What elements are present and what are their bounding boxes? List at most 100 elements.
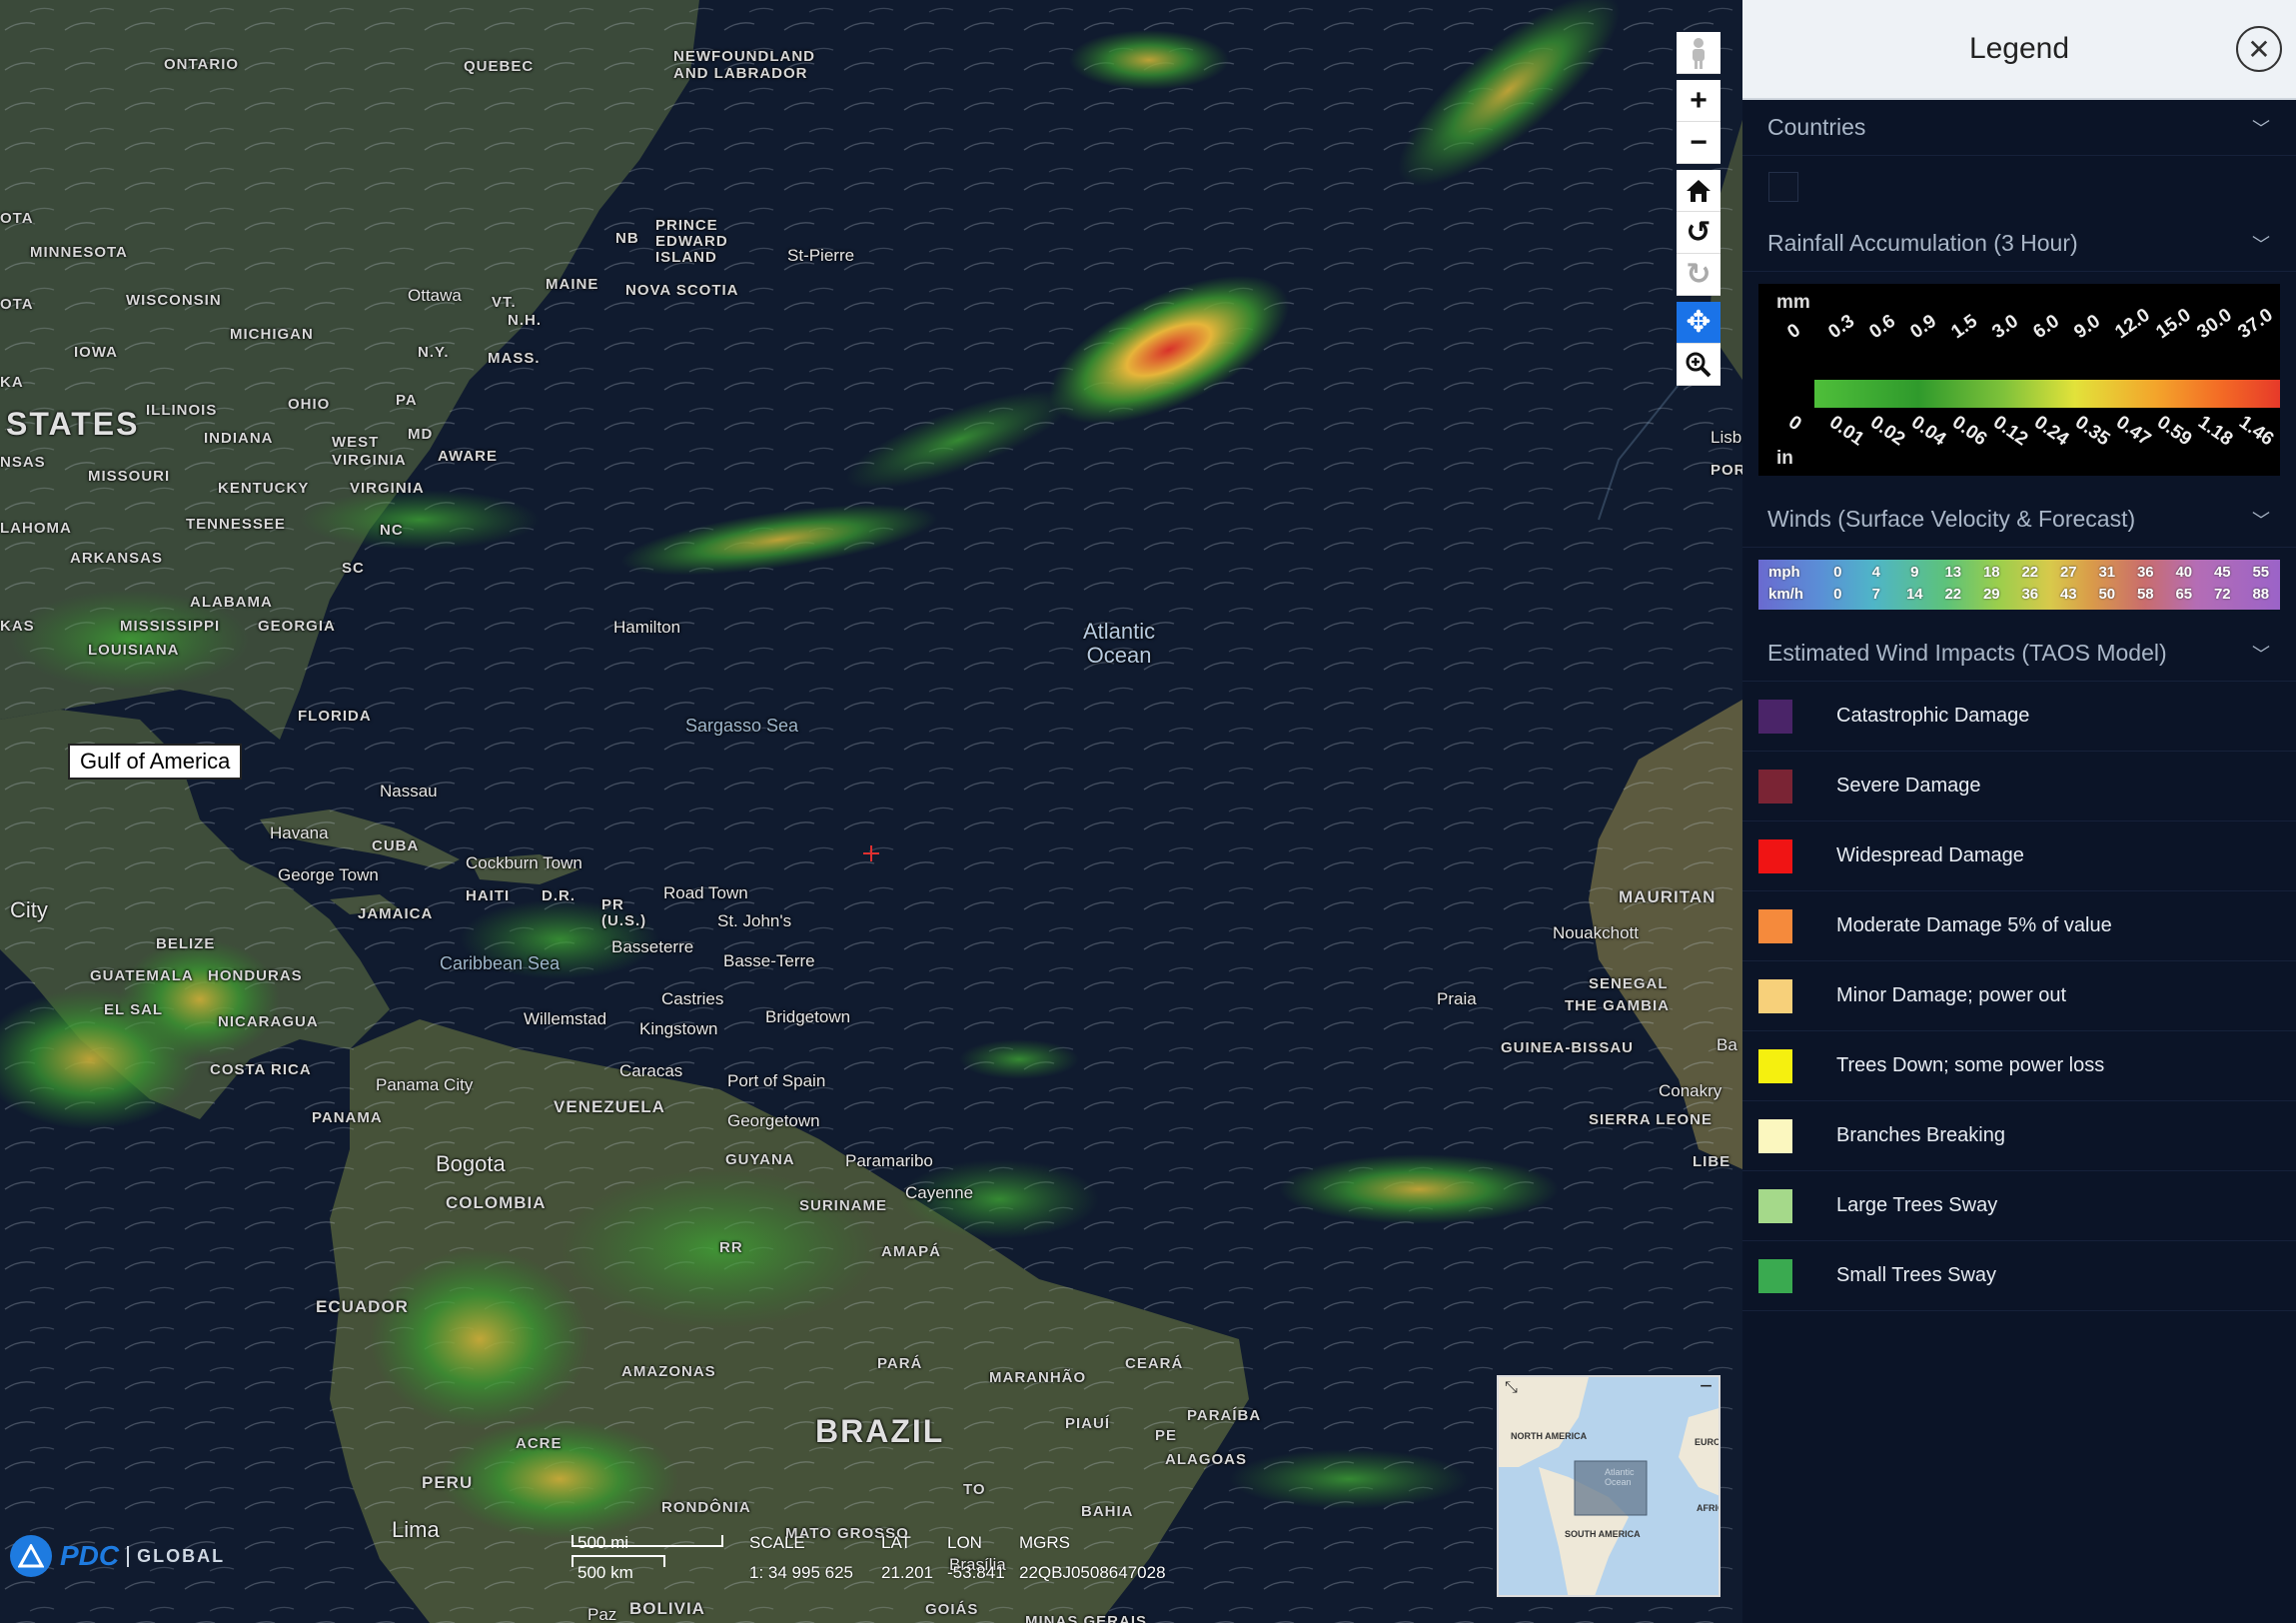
zoom-area-button[interactable] — [1677, 344, 1721, 386]
impact-swatch — [1758, 769, 1792, 804]
label-maine: MAINE — [546, 276, 599, 293]
label-basseterre: Basseterre — [611, 937, 694, 956]
impact-item: Severe Damage — [1742, 752, 2296, 821]
zoom-out-button[interactable]: − — [1677, 122, 1721, 164]
section-rainfall-title: Rainfall Accumulation (3 Hour) — [1767, 230, 2078, 256]
label-kentucky: KENTUCKY — [218, 480, 310, 497]
label-illinois: ILLINOIS — [146, 402, 218, 419]
label-arkansas: ARKANSAS — [70, 550, 164, 567]
label-brazil: BRAZIL — [815, 1413, 945, 1449]
label-road-town: Road Town — [663, 883, 748, 902]
impact-swatch — [1758, 1188, 1792, 1223]
label-port-of-spain: Port of Spain — [727, 1071, 826, 1090]
impact-item: Moderate Damage 5% of value — [1742, 891, 2296, 961]
close-icon: ✕ — [2247, 33, 2271, 65]
label-city: City — [10, 897, 48, 922]
home-icon — [1687, 179, 1711, 202]
label-piaui: PIAUÍ — [1065, 1415, 1111, 1432]
label-mauritania: MAURITAN — [1619, 887, 1717, 906]
rotate-left-button[interactable]: ↺ — [1677, 212, 1721, 254]
map-view[interactable]: ONTARIO QUEBEC NEWFOUNDLAND AND LABRADOR… — [0, 0, 1742, 1623]
label-st-johns: St. John's — [717, 911, 792, 930]
chevron-down-icon: ﹀ — [2252, 234, 2270, 255]
section-rainfall[interactable]: Rainfall Accumulation (3 Hour) ﹀ — [1742, 216, 2296, 272]
wind-mph-value: 0 — [1833, 564, 1842, 581]
scale-label: SCALE — [749, 1533, 805, 1552]
pegman-icon[interactable] — [1677, 32, 1721, 74]
impact-label: Catastrophic Damage — [1836, 705, 2030, 727]
label-nh: N.H. — [508, 312, 542, 329]
label-amapa: AMAPÁ — [881, 1243, 941, 1260]
brand-name: PDC — [60, 1540, 120, 1571]
impact-swatch — [1758, 1118, 1792, 1153]
chevron-down-icon: ﹀ — [2252, 644, 2270, 665]
label-acre: ACRE — [516, 1435, 563, 1452]
impact-label: Trees Down; some power loss — [1836, 1054, 2105, 1076]
label-florida: FLORIDA — [298, 708, 372, 725]
home-button[interactable] — [1677, 170, 1721, 212]
label-george-town: George Town — [278, 865, 379, 884]
zoom-in-button[interactable]: + — [1677, 80, 1721, 122]
label-hamilton: Hamilton — [613, 618, 681, 637]
magnifier-plus-icon — [1686, 352, 1712, 377]
wind-mph-value: 31 — [2098, 564, 2116, 581]
pdc-logo-icon — [10, 1535, 52, 1577]
wind-kmh-value: 58 — [2136, 586, 2154, 603]
label-peru: PERU — [422, 1473, 474, 1492]
label-ceara: CEARÁ — [1125, 1355, 1184, 1372]
rainfall-mm-tick: 15.0 — [2152, 304, 2195, 344]
scale-km-label: 500 km — [577, 1563, 633, 1582]
pan-button[interactable]: ✥ — [1677, 302, 1721, 344]
label-ohio: OHIO — [288, 396, 331, 413]
label-nsas: NSAS — [0, 454, 46, 471]
label-pei: PRINCE EDWARD ISLAND — [655, 217, 728, 266]
label-oklahoma: LAHOMA — [0, 520, 72, 537]
impact-item: Catastrophic Damage — [1742, 682, 2296, 752]
impact-item: Trees Down; some power loss — [1742, 1031, 2296, 1101]
map-toolbar: + − ↺ ↻ ✥ — [1677, 32, 1721, 386]
wind-kmh-value: 65 — [2175, 586, 2193, 603]
rainfall-mm-label: mm — [1776, 292, 1810, 313]
wind-kmh-label: km/h — [1768, 586, 1804, 603]
lat-value: 21.201 — [881, 1563, 933, 1582]
label-alagoas: ALAGOAS — [1165, 1451, 1247, 1468]
rotate-right-button[interactable]: ↻ — [1677, 254, 1721, 296]
label-georgia: GEORGIA — [258, 618, 336, 635]
section-winds-title: Winds (Surface Velocity & Forecast) — [1767, 506, 2136, 532]
label-aware: AWARE — [438, 448, 499, 465]
section-countries[interactable]: Countries ﹀ — [1742, 100, 2296, 156]
label-panama-city: Panama City — [376, 1075, 474, 1094]
impact-label: Widespread Damage — [1836, 844, 2024, 866]
countries-legend — [1742, 156, 2296, 216]
label-nouakchott: Nouakchott — [1553, 923, 1639, 942]
label-haiti: HAITI — [466, 887, 511, 904]
impact-label: Small Trees Sway — [1836, 1264, 1997, 1286]
legend-panel: Legend ✕ Countries ﹀ Rainfall Accumulati… — [1742, 0, 2296, 1623]
label-rondonia: RONDÔNIA — [661, 1499, 751, 1516]
rainfall-in-tick: 0.59 — [2152, 412, 2196, 451]
impact-swatch — [1758, 1258, 1792, 1293]
wind-mph-value: 36 — [2136, 564, 2154, 581]
scale-value: 1: 34 995 625 — [749, 1563, 853, 1582]
impact-item: Widespread Damage — [1742, 821, 2296, 891]
section-winds[interactable]: Winds (Surface Velocity & Forecast) ﹀ — [1742, 492, 2296, 548]
label-venezuela: VENEZUELA — [554, 1097, 665, 1116]
overview-collapse-icon[interactable]: − — [1700, 1377, 1713, 1397]
section-impacts[interactable]: Estimated Wind Impacts (TAOS Model) ﹀ — [1742, 626, 2296, 682]
wind-mph-value: 40 — [2175, 564, 2193, 581]
rainfall-mm-tick: 12.0 — [2111, 304, 2154, 344]
label-praia: Praia — [1437, 989, 1477, 1008]
rainfall-mm-tick: 0.6 — [1865, 310, 1900, 344]
rainfall-in-tick: 0.47 — [2111, 412, 2155, 451]
mgrs-label: MGRS — [1019, 1533, 1070, 1552]
label-michigan: MICHIGAN — [230, 326, 314, 343]
label-sc: SC — [342, 560, 365, 577]
overview-map[interactable]: NORTH AMERICA SOUTH AMERICA EUROP AFRICA… — [1497, 1375, 1721, 1597]
pdc-brand: PDC GLOBAL — [10, 1535, 225, 1577]
overview-africa: AFRICA — [1697, 1503, 1719, 1513]
label-kingstown: Kingstown — [639, 1019, 718, 1038]
overview-expand-icon[interactable]: ⤡ — [1505, 1379, 1518, 1397]
close-button[interactable]: ✕ — [2236, 26, 2282, 72]
wind-kmh-value: 29 — [1982, 586, 2000, 603]
label-amazonas: AMAZONAS — [621, 1363, 716, 1380]
